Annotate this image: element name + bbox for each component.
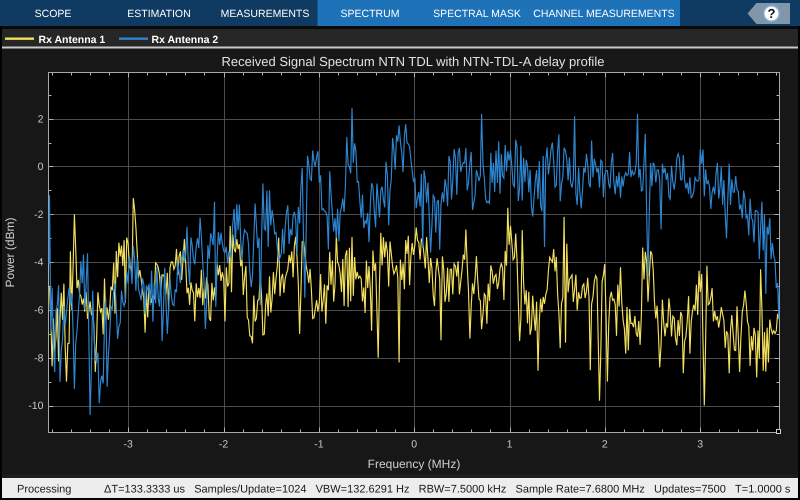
svg-text:ΔT=133.3333 us Samples/Updat: ΔT=133.3333 us Samples/Update=1024 VBW=1… bbox=[104, 484, 791, 496]
svg-text:3: 3 bbox=[697, 439, 703, 451]
svg-text:Power (dBm): Power (dBm) bbox=[3, 217, 17, 287]
svg-text:-10: -10 bbox=[28, 400, 43, 412]
svg-text:Received Signal Spectrum NTN T: Received Signal Spectrum NTN TDL with NT… bbox=[222, 54, 605, 69]
svg-text:-1: -1 bbox=[314, 439, 323, 451]
svg-text:-2: -2 bbox=[34, 209, 43, 221]
svg-text:0: 0 bbox=[411, 439, 417, 451]
svg-text:ESTIMATION: ESTIMATION bbox=[127, 8, 190, 20]
svg-text:CHANNEL MEASUREMENTS: CHANNEL MEASUREMENTS bbox=[533, 8, 674, 20]
svg-text:MEASUREMENTS: MEASUREMENTS bbox=[221, 8, 310, 20]
svg-text:?: ? bbox=[768, 6, 776, 21]
svg-text:-2: -2 bbox=[219, 439, 228, 451]
svg-text:SPECTRUM: SPECTRUM bbox=[341, 8, 400, 20]
svg-text:-6: -6 bbox=[34, 305, 43, 317]
svg-text:SCOPE: SCOPE bbox=[35, 8, 72, 20]
svg-text:Rx Antenna 2: Rx Antenna 2 bbox=[152, 34, 219, 46]
svg-text:Processing: Processing bbox=[17, 484, 71, 496]
svg-text:2: 2 bbox=[38, 113, 44, 125]
svg-text:2: 2 bbox=[602, 439, 608, 451]
svg-text:1: 1 bbox=[507, 439, 513, 451]
svg-text:-3: -3 bbox=[124, 439, 133, 451]
svg-text:0: 0 bbox=[38, 161, 44, 173]
svg-text:-8: -8 bbox=[34, 352, 43, 364]
svg-text:Rx Antenna 1: Rx Antenna 1 bbox=[39, 34, 106, 46]
svg-text:SPECTRAL MASK: SPECTRAL MASK bbox=[433, 8, 521, 20]
svg-text:Frequency (MHz): Frequency (MHz) bbox=[368, 457, 461, 471]
svg-text:-4: -4 bbox=[34, 257, 43, 269]
